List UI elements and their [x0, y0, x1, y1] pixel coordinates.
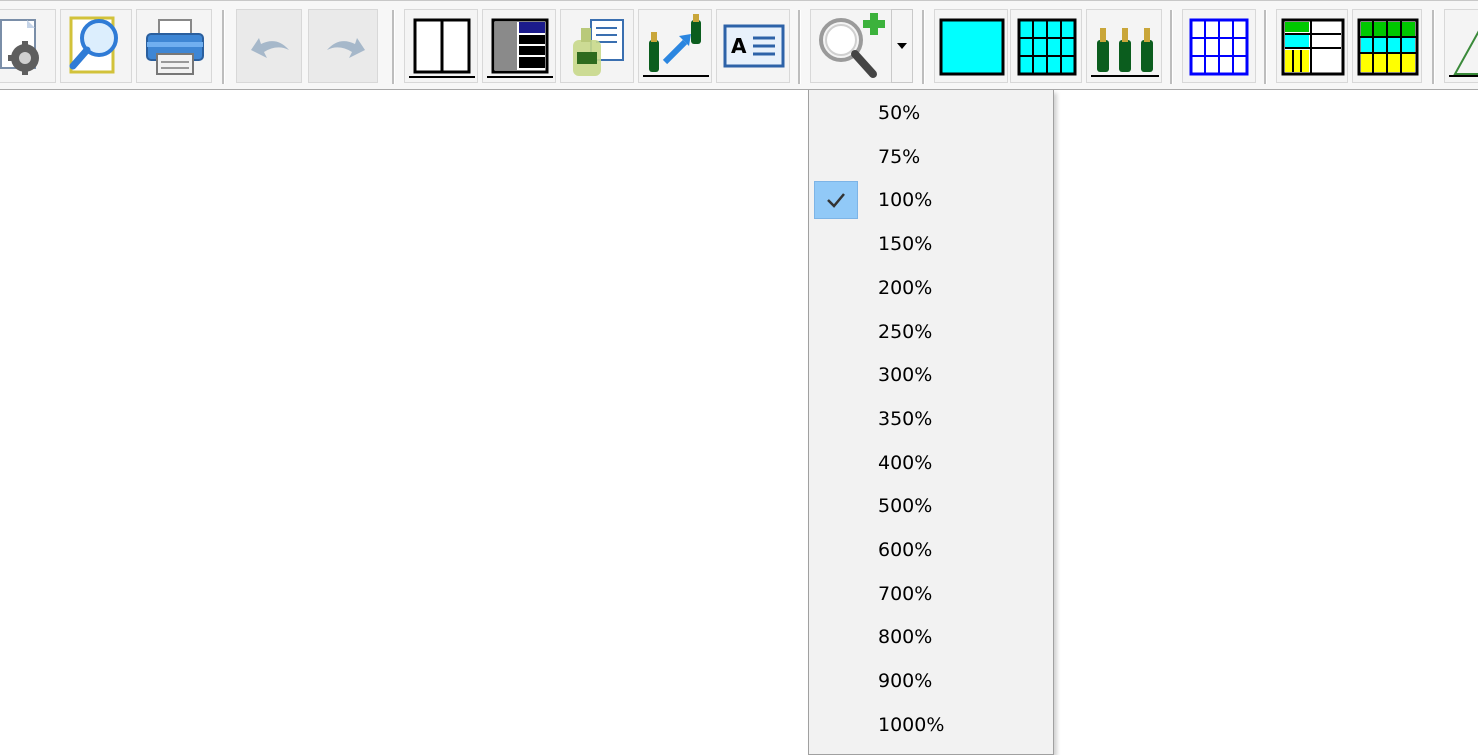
- zoom-menu-item[interactable]: 900%: [811, 662, 1051, 700]
- cyan-box-icon: [939, 18, 1005, 76]
- zoom-menu-item-label: 50%: [878, 102, 921, 124]
- zoom-menu-item[interactable]: 100%: [811, 181, 1051, 220]
- triangle-icon: [1449, 30, 1478, 77]
- list-layout-button[interactable]: [482, 9, 556, 83]
- print-button[interactable]: [136, 9, 212, 83]
- undo-arrow-icon: [251, 38, 289, 58]
- zoom-menu-item-label: 300%: [878, 364, 933, 387]
- zoom-menu-item[interactable]: 75%: [811, 138, 1051, 176]
- toolbar-separator: [922, 10, 925, 84]
- zoom-menu-item-label: 350%: [878, 407, 933, 430]
- page-setup-button[interactable]: [0, 9, 56, 83]
- zoom-dropdown-menu: 50% 75% 100% 150% 200% 250% 300% 350% 400% 500% 60…: [808, 90, 1054, 755]
- zoom-dropdown-arrow[interactable]: [891, 9, 913, 83]
- zoom-menu-item[interactable]: 200%: [811, 269, 1051, 307]
- two-panel-icon: [409, 18, 475, 78]
- magnifier-page-icon: [69, 16, 118, 74]
- zoom-menu-item-label: 900%: [878, 670, 933, 693]
- zoom-menu-item-label: 150%: [878, 233, 933, 256]
- zoom-menu-item-label: 75%: [878, 145, 921, 168]
- zoom-menu-item-label: 250%: [878, 320, 933, 343]
- redo-button[interactable]: [308, 9, 378, 83]
- chevron-down-icon: [897, 43, 907, 49]
- zoom-menu-item[interactable]: 50%: [811, 94, 1051, 132]
- toolbar-separator: [798, 10, 801, 84]
- zoom-menu-item[interactable]: 800%: [811, 618, 1051, 656]
- zoom-menu-item[interactable]: 250%: [811, 313, 1051, 351]
- bottle-move-icon: [643, 14, 709, 77]
- svg-text:A: A: [731, 34, 747, 58]
- zoom-menu-item[interactable]: 500%: [811, 487, 1051, 525]
- three-bottles-icon: [1091, 28, 1159, 77]
- print-preview-button[interactable]: [60, 9, 132, 83]
- zoom-menu-item[interactable]: 300%: [811, 356, 1051, 394]
- toolbar: A: [0, 0, 1478, 90]
- rack-grid-button[interactable]: [1352, 9, 1422, 83]
- zoom-menu-item[interactable]: 350%: [811, 400, 1051, 438]
- toolbar-separator: [1264, 10, 1267, 84]
- rack-grid-icon: [1357, 18, 1419, 76]
- bottles-view-button[interactable]: [1086, 9, 1162, 83]
- toolbar-separator: [392, 10, 395, 84]
- zoom-button[interactable]: [810, 9, 892, 83]
- bottle-details-button[interactable]: [560, 9, 634, 83]
- zoom-menu-item-label: 100%: [878, 189, 933, 212]
- toolbar-separator: [1170, 10, 1173, 84]
- zoom-menu-item[interactable]: 150%: [811, 225, 1051, 263]
- zoom-menu-item[interactable]: 400%: [811, 444, 1051, 482]
- checkmark-icon: [814, 181, 858, 220]
- cell-grid-button[interactable]: [1010, 9, 1082, 83]
- zoom-in-icon: [819, 13, 885, 78]
- zoom-menu-item-label: 500%: [878, 495, 933, 518]
- single-cell-button[interactable]: [934, 9, 1008, 83]
- undo-button[interactable]: [236, 9, 302, 83]
- rack-layout-button[interactable]: [1276, 9, 1348, 83]
- zoom-menu-item-label: 400%: [878, 451, 933, 474]
- printer-icon: [146, 19, 204, 75]
- text-label-icon: A: [723, 24, 785, 68]
- bottle-document-icon: [573, 19, 624, 76]
- move-bottle-button[interactable]: [638, 9, 712, 83]
- two-column-layout-button[interactable]: [404, 9, 478, 83]
- zoom-menu-item-label: 200%: [878, 276, 933, 299]
- triangle-tool-button[interactable]: [1444, 9, 1478, 83]
- text-label-button[interactable]: A: [716, 9, 790, 83]
- rack-color-icon: [1281, 18, 1345, 76]
- zoom-menu-item-label: 600%: [878, 539, 933, 561]
- zoom-menu-item-label: 1000%: [878, 713, 945, 736]
- blue-grid-icon: [1189, 18, 1249, 76]
- cyan-grid-icon: [1017, 18, 1077, 76]
- zoom-menu-item[interactable]: 1000%: [811, 706, 1051, 744]
- grid-list-icon: [487, 18, 553, 78]
- toolbar-separator: [222, 10, 225, 84]
- page-setup-gear-icon: [0, 19, 39, 75]
- zoom-menu-item-label: 700%: [878, 582, 933, 605]
- zoom-menu-item[interactable]: 600%: [811, 531, 1051, 569]
- zoom-menu-item-label: 800%: [878, 626, 933, 649]
- toolbar-separator: [1432, 10, 1435, 84]
- zoom-menu-item[interactable]: 700%: [811, 575, 1051, 613]
- grid-outline-button[interactable]: [1182, 9, 1256, 83]
- redo-arrow-icon: [327, 38, 365, 58]
